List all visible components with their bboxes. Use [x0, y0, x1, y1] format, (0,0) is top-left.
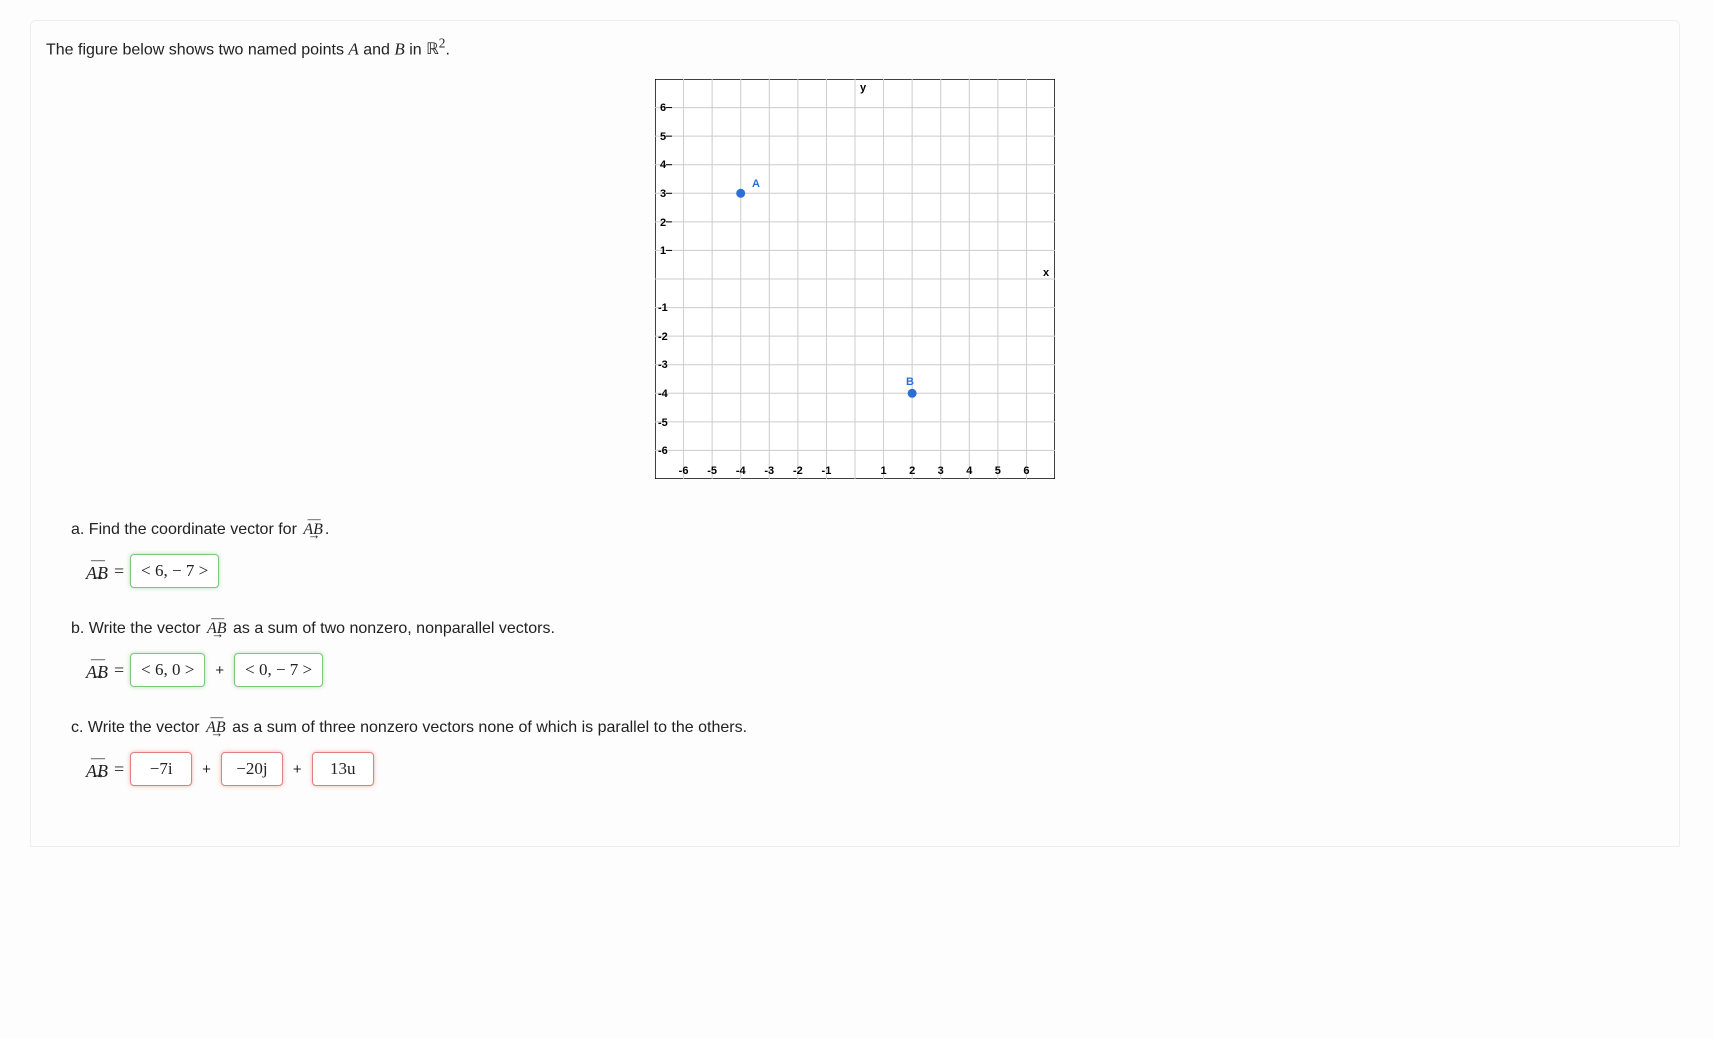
point-a-var: A: [348, 39, 358, 58]
part-b-answer2-input[interactable]: < 0, − 7 >: [234, 653, 323, 687]
svg-text:A: A: [752, 178, 760, 190]
question-container: The figure below shows two named points …: [30, 20, 1680, 847]
svg-text:B: B: [906, 376, 914, 388]
svg-text:-3: -3: [764, 465, 774, 477]
svg-text:-1: -1: [822, 465, 832, 477]
intro-text: The figure below shows two named points …: [46, 36, 1664, 59]
vector-ab-inline: —→AB: [207, 618, 227, 638]
equals-sign: =: [114, 660, 124, 681]
svg-text:5: 5: [660, 131, 666, 143]
arrow-icon: —→: [86, 553, 108, 585]
coordinate-graph: y x 6 5 4 3 2 1 -1 -2 -3 -4 -5 -6 -6 -5 …: [655, 79, 1055, 479]
part-c-answer3-input[interactable]: 13u: [312, 752, 374, 786]
equals-sign: =: [114, 759, 124, 780]
svg-text:4: 4: [660, 159, 667, 171]
part-c-answer1-input[interactable]: −7i: [130, 752, 192, 786]
arrow-icon: —→: [206, 709, 226, 741]
intro-and: and: [359, 41, 395, 58]
svg-text:-6: -6: [658, 445, 668, 457]
y-axis-label: y: [860, 82, 867, 94]
svg-text:3: 3: [660, 188, 666, 200]
part-c-answer2-input[interactable]: −20j: [221, 752, 283, 786]
svg-text:4: 4: [966, 465, 973, 477]
part-a-equation: —→AB = < 6, − 7 >: [86, 554, 1664, 588]
intro-prefix: The figure below shows two named points: [46, 41, 348, 58]
vector-ab-lhs: —→AB: [86, 757, 108, 782]
equals-sign: =: [114, 561, 124, 582]
vector-ab-inline: —→AB: [303, 519, 323, 539]
svg-text:3: 3: [938, 465, 944, 477]
part-c-prompt: c. Write the vector —→AB as a sum of thr…: [71, 717, 1664, 737]
intro-period: .: [445, 41, 449, 58]
part-b-prompt: b. Write the vector —→AB as a sum of two…: [71, 618, 1664, 638]
x-axis-label: x: [1043, 267, 1050, 279]
part-b-equation: —→AB = < 6, 0 > + < 0, − 7 >: [86, 653, 1664, 687]
intro-in: in: [405, 41, 426, 58]
part-a-answer-input[interactable]: < 6, − 7 >: [130, 554, 219, 588]
svg-text:5: 5: [995, 465, 1001, 477]
plus-operator: +: [215, 662, 224, 679]
svg-text:-5: -5: [658, 417, 668, 429]
arrow-icon: —→: [303, 511, 323, 543]
svg-text:1: 1: [881, 465, 887, 477]
svg-text:-4: -4: [736, 465, 747, 477]
svg-text:-1: -1: [658, 302, 668, 314]
svg-text:2: 2: [660, 217, 666, 229]
svg-text:-4: -4: [658, 388, 669, 400]
plus-operator: +: [202, 761, 211, 778]
part-a-prompt: a. Find the coordinate vector for —→AB.: [71, 519, 1664, 539]
svg-text:-2: -2: [793, 465, 803, 477]
svg-text:2: 2: [909, 465, 915, 477]
arrow-icon: —→: [86, 751, 108, 783]
svg-text:1: 1: [660, 245, 666, 257]
svg-text:-5: -5: [707, 465, 717, 477]
vector-ab-lhs: —→AB: [86, 658, 108, 683]
real-space: ℝ2: [426, 41, 445, 58]
svg-text:6: 6: [1023, 465, 1029, 477]
part-b-answer1-input[interactable]: < 6, 0 >: [130, 653, 205, 687]
arrow-icon: —→: [86, 652, 108, 684]
plus-operator: +: [293, 761, 302, 778]
svg-text:-3: -3: [658, 359, 668, 371]
svg-text:-6: -6: [679, 465, 689, 477]
vector-ab-lhs: —→AB: [86, 559, 108, 584]
part-c-equation: —→AB = −7i + −20j + 13u: [86, 752, 1664, 786]
arrow-icon: —→: [207, 610, 227, 642]
point-b-var: B: [394, 39, 404, 58]
vector-ab-inline: —→AB: [206, 717, 226, 737]
svg-text:-2: -2: [658, 331, 668, 343]
svg-text:6: 6: [660, 102, 666, 114]
